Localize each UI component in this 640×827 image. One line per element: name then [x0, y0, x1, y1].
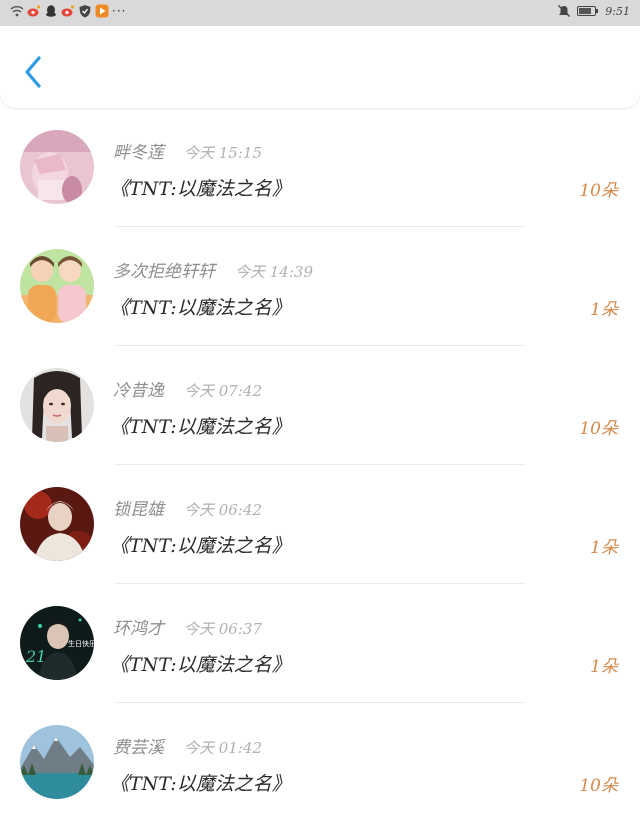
- message-subject: 《TNT:以魔法之名》: [110, 773, 291, 795]
- message-list: 畔冬莲 今天 15:15 《TNT:以魔法之名》 10朵 多次拒绝轩轩 今天 1…: [0, 108, 640, 822]
- message-time: 今天 15:15: [184, 144, 262, 162]
- avatar[interactable]: [20, 130, 94, 204]
- flower-count: 10朵: [579, 181, 618, 201]
- status-bar-right: 9:51: [557, 4, 630, 18]
- avatar-number: 21: [25, 647, 46, 666]
- message-subject: 《TNT:以魔法之名》: [110, 654, 291, 676]
- wifi-icon: [10, 4, 24, 18]
- message-meta: 畔冬莲 今天 15:15: [113, 138, 262, 163]
- list-item[interactable]: 冷昔逸 今天 07:42 《TNT:以魔法之名》 10朵: [0, 346, 640, 465]
- message-time: 今天 01:42: [184, 739, 262, 757]
- message-meta: 冷昔逸 今天 07:42: [113, 376, 262, 401]
- birthday-poster-photo: 21 生日快乐: [20, 606, 94, 680]
- status-bar-left: ···: [10, 4, 126, 18]
- message-time: 今天 06:37: [184, 620, 262, 638]
- video-icon: [95, 4, 109, 18]
- list-item[interactable]: 畔冬莲 今天 15:15 《TNT:以魔法之名》 10朵: [0, 108, 640, 227]
- message-time: 今天 14:39: [235, 263, 313, 281]
- two-boys-photo: [20, 249, 94, 323]
- avatar[interactable]: 21 生日快乐: [20, 606, 94, 680]
- message-meta: 环鸿才 今天 06:37: [113, 614, 262, 639]
- mountain-lake-photo: [20, 725, 94, 799]
- flower-count: 1朵: [590, 657, 618, 677]
- message-meta: 多次拒绝轩轩 今天 14:39: [113, 257, 313, 282]
- flower-count: 1朵: [590, 538, 618, 558]
- flower-count: 1朵: [590, 300, 618, 320]
- message-subject: 《TNT:以魔法之名》: [110, 416, 291, 438]
- message-subject: 《TNT:以魔法之名》: [110, 178, 291, 200]
- battery-icon: [577, 4, 599, 18]
- avatar[interactable]: [20, 725, 94, 799]
- avatar[interactable]: [20, 368, 94, 442]
- sender-name: 多次拒绝轩轩: [113, 262, 215, 282]
- weibo-icon: [27, 4, 41, 18]
- message-time: 今天 07:42: [184, 382, 262, 400]
- status-bar: ··· 9:51: [0, 0, 640, 26]
- clock-time: 9:51: [605, 4, 630, 18]
- chevron-left-icon: [25, 56, 41, 88]
- sender-name: 费芸溪: [113, 738, 164, 758]
- qq-icon: [44, 4, 58, 18]
- list-item[interactable]: 多次拒绝轩轩 今天 14:39 《TNT:以魔法之名》 1朵: [0, 227, 640, 346]
- list-item[interactable]: 21 生日快乐 环鸿才 今天 06:37 《TNT:以魔法之名》 1朵: [0, 584, 640, 703]
- shield-icon: [78, 4, 92, 18]
- girl-braids-photo: [20, 368, 94, 442]
- weibo-icon: [61, 4, 75, 18]
- avatar-caption: 生日快乐: [68, 639, 94, 648]
- mute-icon: [557, 4, 571, 18]
- flower-count: 10朵: [579, 776, 618, 796]
- message-subject: 《TNT:以魔法之名》: [110, 535, 291, 557]
- more-notifications-indicator: ···: [112, 4, 127, 18]
- sender-name: 环鸿才: [113, 619, 164, 639]
- sender-name: 锁昆雄: [113, 500, 164, 520]
- sender-name: 冷昔逸: [113, 381, 164, 401]
- avatar[interactable]: [20, 249, 94, 323]
- message-subject: 《TNT:以魔法之名》: [110, 297, 291, 319]
- red-portrait-photo: [20, 487, 94, 561]
- message-time: 今天 06:42: [184, 501, 262, 519]
- flower-count: 10朵: [579, 419, 618, 439]
- list-item[interactable]: 锁昆雄 今天 06:42 《TNT:以魔法之名》 1朵: [0, 465, 640, 584]
- message-meta: 锁昆雄 今天 06:42: [113, 495, 262, 520]
- message-meta: 费芸溪 今天 01:42: [113, 733, 262, 758]
- pink-outfit-photo: [20, 130, 94, 204]
- header-bar: [0, 26, 640, 108]
- sender-name: 畔冬莲: [113, 143, 164, 163]
- back-button[interactable]: [18, 52, 48, 92]
- list-item[interactable]: 费芸溪 今天 01:42 《TNT:以魔法之名》 10朵: [0, 703, 640, 822]
- avatar[interactable]: [20, 487, 94, 561]
